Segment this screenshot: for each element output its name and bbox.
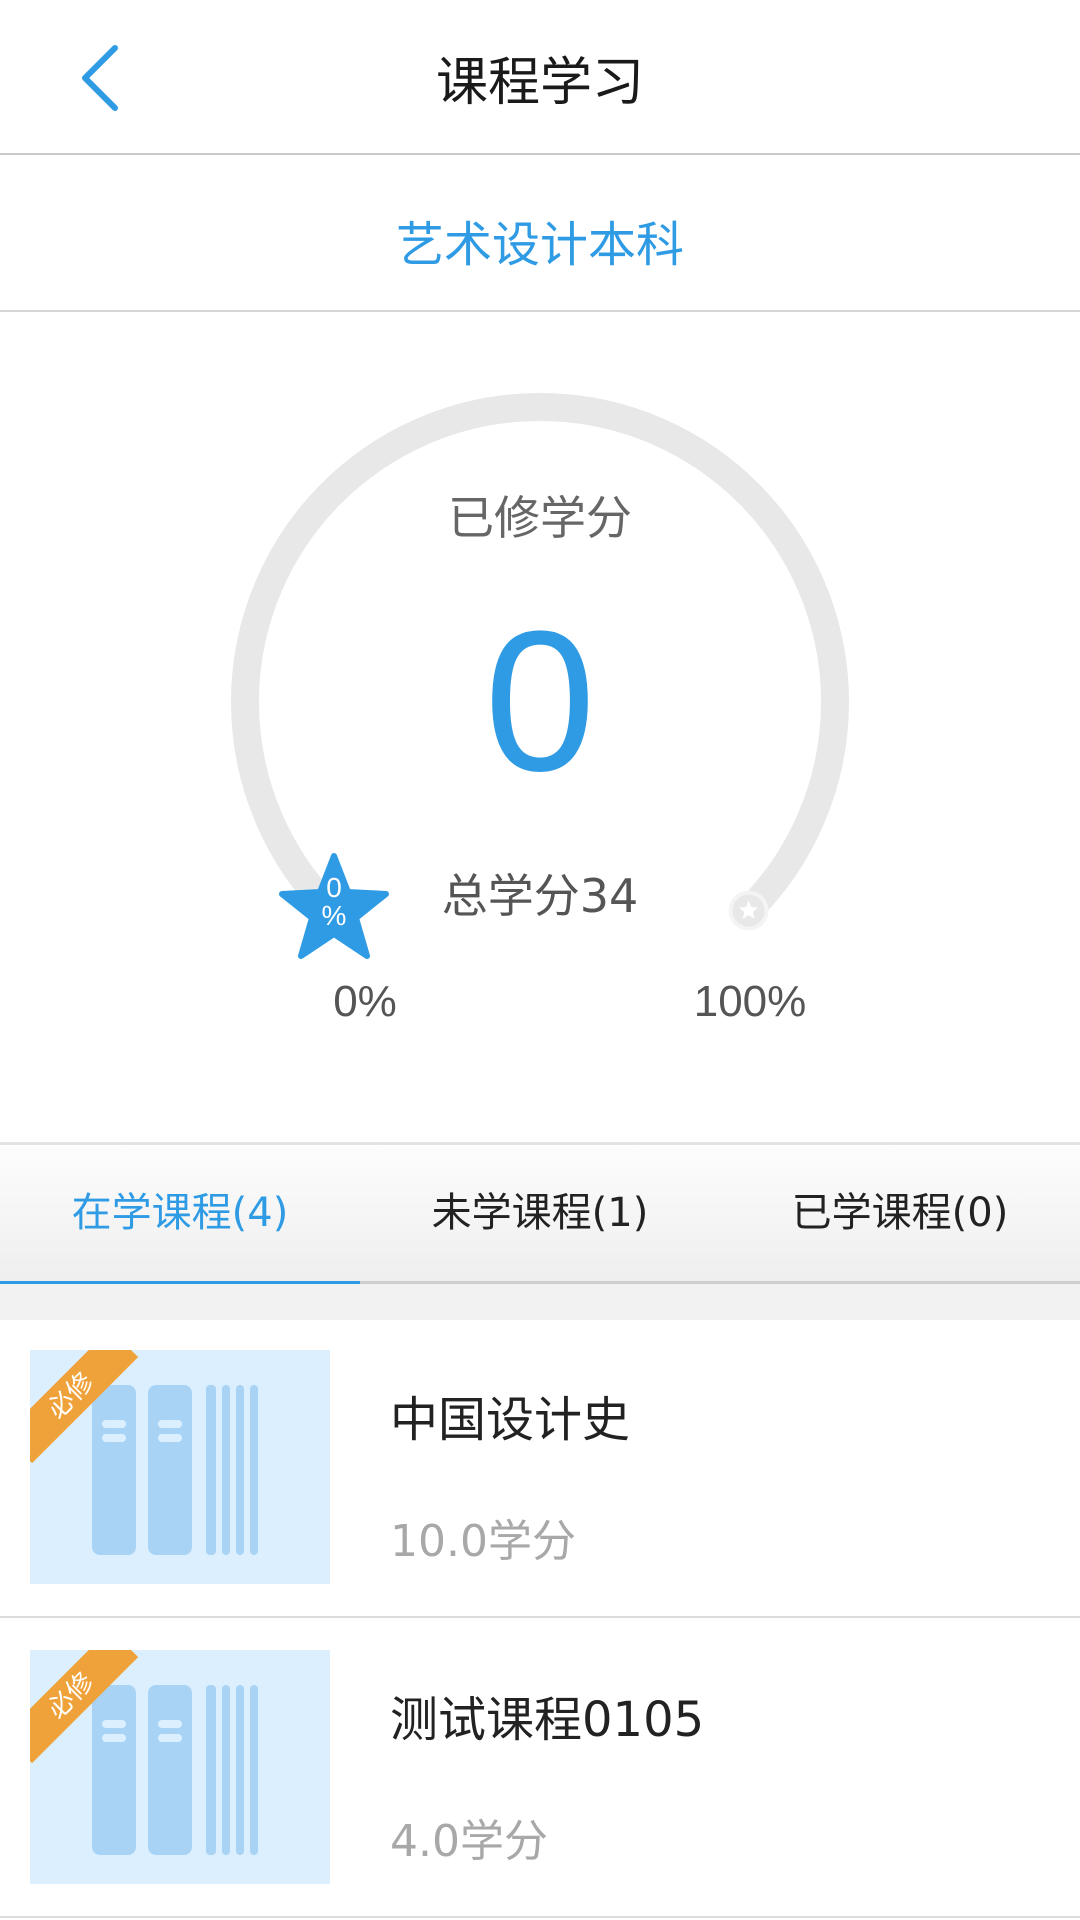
earned-credits-label: 已修学分 <box>448 491 632 545</box>
progress-start-label: 0% <box>333 977 397 1026</box>
course-credit: 10.0学分 <box>390 1516 576 1567</box>
progress-star-icon: 0% <box>278 852 390 964</box>
course-name: 中国设计史 <box>390 1392 631 1448</box>
tab-completed[interactable]: 已学课程(0) <box>720 1145 1080 1281</box>
course-list-item[interactable]: 必修 中国设计史 10.0学分 <box>0 1320 1080 1618</box>
major-name[interactable]: 艺术设计本科 <box>0 205 1080 275</box>
credit-gauge: 已修学分 0 总学分34 0% 0% 100% <box>0 312 1080 1142</box>
progress-star-text: 0% <box>321 872 347 931</box>
page-title: 课程学习 <box>435 53 644 113</box>
section-divider <box>0 1284 1080 1320</box>
course-tabs: 在学课程(4) 未学课程(1) 已学课程(0) <box>0 1142 1080 1287</box>
total-credits-label: 总学分34 <box>441 869 639 923</box>
course-list-item[interactable]: 必修 测试课程0105 4.0学分 <box>0 1620 1080 1918</box>
tab-studying[interactable]: 在学课程(4) <box>0 1145 360 1281</box>
course-thumbnail: 必修 <box>30 1350 330 1584</box>
tab-not-started[interactable]: 未学课程(1) <box>360 1145 720 1281</box>
progress-end-label: 100% <box>693 977 807 1026</box>
course-thumbnail: 必修 <box>30 1650 330 1884</box>
major-banner: 艺术设计本科 <box>0 155 1080 312</box>
course-credit: 4.0学分 <box>390 1816 548 1867</box>
earned-credits-value: 0 <box>484 590 596 813</box>
top-bar: 课程学习 <box>0 0 1080 155</box>
course-name: 测试课程0105 <box>390 1692 705 1748</box>
